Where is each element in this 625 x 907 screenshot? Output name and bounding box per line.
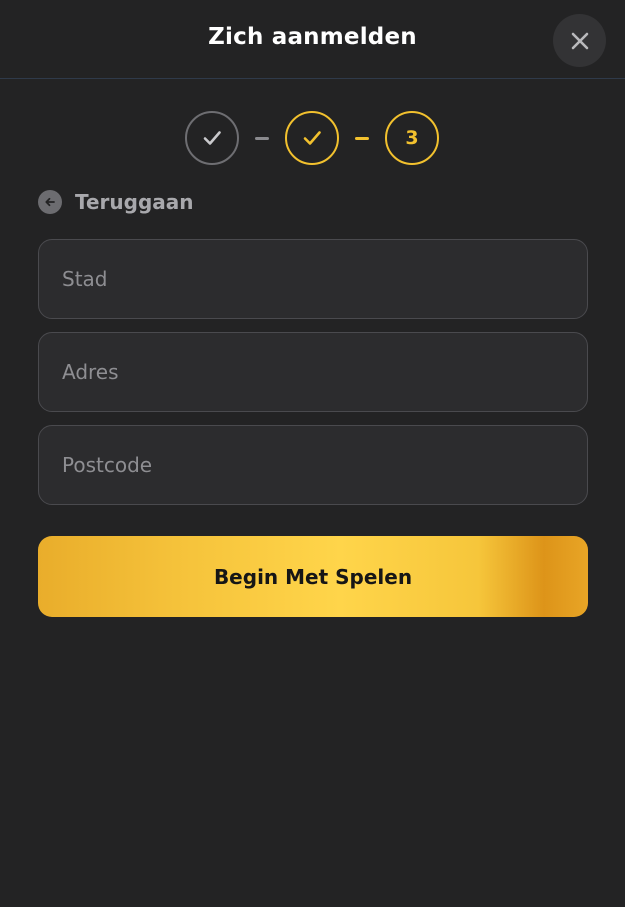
step-number: 3 [405, 127, 419, 149]
modal-title: Zich aanmelden [208, 24, 417, 50]
city-input[interactable] [38, 239, 588, 319]
postcode-input[interactable] [38, 425, 588, 505]
signup-modal: Zich aanmelden 3 Teruggaan Stad Adres Po… [0, 0, 625, 907]
close-button[interactable] [553, 14, 606, 67]
address-input[interactable] [38, 332, 588, 412]
modal-header: Zich aanmelden [0, 0, 625, 79]
arrow-left-icon [38, 190, 62, 214]
step-connector [355, 136, 369, 140]
close-icon [571, 32, 588, 49]
back-label: Teruggaan [75, 190, 194, 214]
check-icon [303, 131, 321, 145]
step-3-current: 3 [385, 111, 439, 165]
step-1-complete [185, 111, 239, 165]
step-2-complete [285, 111, 339, 165]
back-button[interactable]: Teruggaan [38, 188, 194, 216]
progress-stepper: 3 [185, 111, 439, 165]
check-icon [203, 131, 221, 145]
start-playing-button[interactable]: Begin Met Spelen [38, 536, 588, 617]
step-connector [255, 136, 269, 140]
